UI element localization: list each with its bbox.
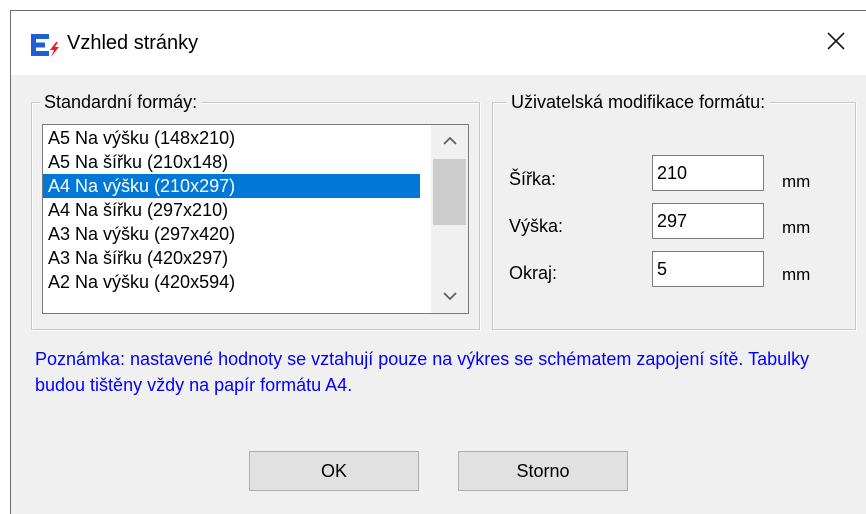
- margin-input[interactable]: [652, 251, 764, 287]
- dialog-title: Vzhled stránky: [67, 32, 199, 54]
- note-text: Poznámka: nastavené hodnoty se vztahují …: [35, 349, 810, 395]
- height-input[interactable]: [652, 203, 764, 239]
- width-label: Šířka:: [509, 169, 557, 189]
- standard-formats-legend: Standardní formáy:: [40, 92, 202, 113]
- height-label: Výška:: [509, 216, 564, 236]
- close-icon: [826, 31, 846, 56]
- custom-format-legend: Uživatelská modifikace formátu:: [507, 92, 770, 113]
- list-item-selected[interactable]: A4 Na výšku (210x297): [43, 174, 420, 198]
- scroll-up-button[interactable]: [431, 127, 468, 157]
- list-item[interactable]: A3 Na šířku (420x297): [43, 246, 420, 270]
- width-unit: mm: [782, 172, 811, 191]
- margin-unit: mm: [782, 265, 811, 284]
- list-item[interactable]: A5 Na výšku (148x210): [43, 126, 420, 150]
- app-logo-e-icon: [31, 33, 61, 57]
- listbox-scrollbar[interactable]: [431, 125, 468, 313]
- width-input[interactable]: [652, 155, 764, 191]
- scroll-thumb[interactable]: [433, 159, 466, 225]
- cancel-button[interactable]: Storno: [458, 451, 628, 491]
- close-button[interactable]: [814, 21, 858, 65]
- scroll-down-button[interactable]: [431, 282, 468, 312]
- formats-listbox[interactable]: A5 Na výšku (148x210) A5 Na šířku (210x1…: [42, 124, 469, 314]
- list-item[interactable]: A3 Na výšku (297x420): [43, 222, 420, 246]
- height-unit: mm: [782, 218, 811, 237]
- chevron-down-icon: [442, 288, 457, 306]
- list-item[interactable]: A2 Na výšku (420x594): [43, 270, 420, 294]
- list-item[interactable]: A4 Na šířku (297x210): [43, 198, 420, 222]
- ok-button[interactable]: OK: [249, 451, 419, 491]
- chevron-up-icon: [442, 133, 457, 151]
- margin-label: Okraj:: [509, 263, 558, 283]
- page-setup-dialog: Vzhled stránky Standardní formáy: A5 Na …: [10, 10, 866, 514]
- list-item[interactable]: A5 Na šířku (210x148): [43, 150, 420, 174]
- title-bar: Vzhled stránky: [11, 11, 866, 75]
